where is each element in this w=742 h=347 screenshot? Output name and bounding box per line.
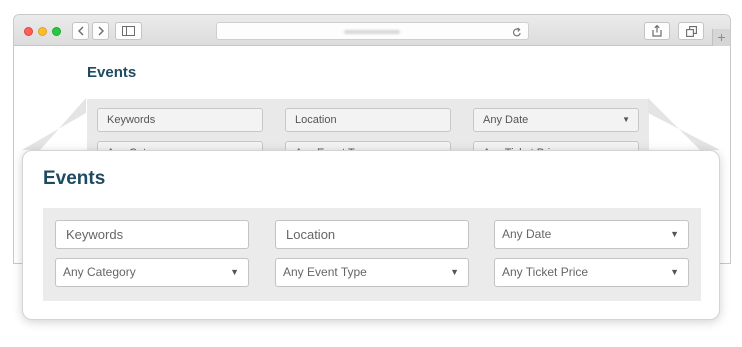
search-filters-panel: Keywords Location Any Date ▼ Any Categor…	[43, 208, 701, 301]
zoomed-events-card: Events Keywords Location Any Date ▼ Any …	[22, 150, 720, 320]
ticket-price-select[interactable]: Any Ticket Price ▼	[494, 258, 689, 287]
date-select[interactable]: Any Date ▼	[494, 220, 689, 249]
keywords-input[interactable]: Keywords	[55, 220, 249, 249]
date-select-value: Any Date	[502, 227, 552, 241]
event-type-select[interactable]: Any Event Type ▼	[275, 258, 469, 287]
event-type-select-value: Any Event Type	[283, 265, 367, 279]
events-heading: Events	[43, 168, 106, 189]
location-input[interactable]: Location	[275, 220, 469, 249]
chevron-down-icon: ▼	[670, 229, 679, 239]
ticket-price-select-value: Any Ticket Price	[502, 265, 589, 279]
chevron-down-icon: ▼	[230, 267, 239, 277]
chevron-down-icon: ▼	[450, 267, 459, 277]
category-select-value: Any Category	[63, 265, 136, 279]
chevron-down-icon: ▼	[670, 267, 679, 277]
category-select[interactable]: Any Category ▼	[55, 258, 249, 287]
